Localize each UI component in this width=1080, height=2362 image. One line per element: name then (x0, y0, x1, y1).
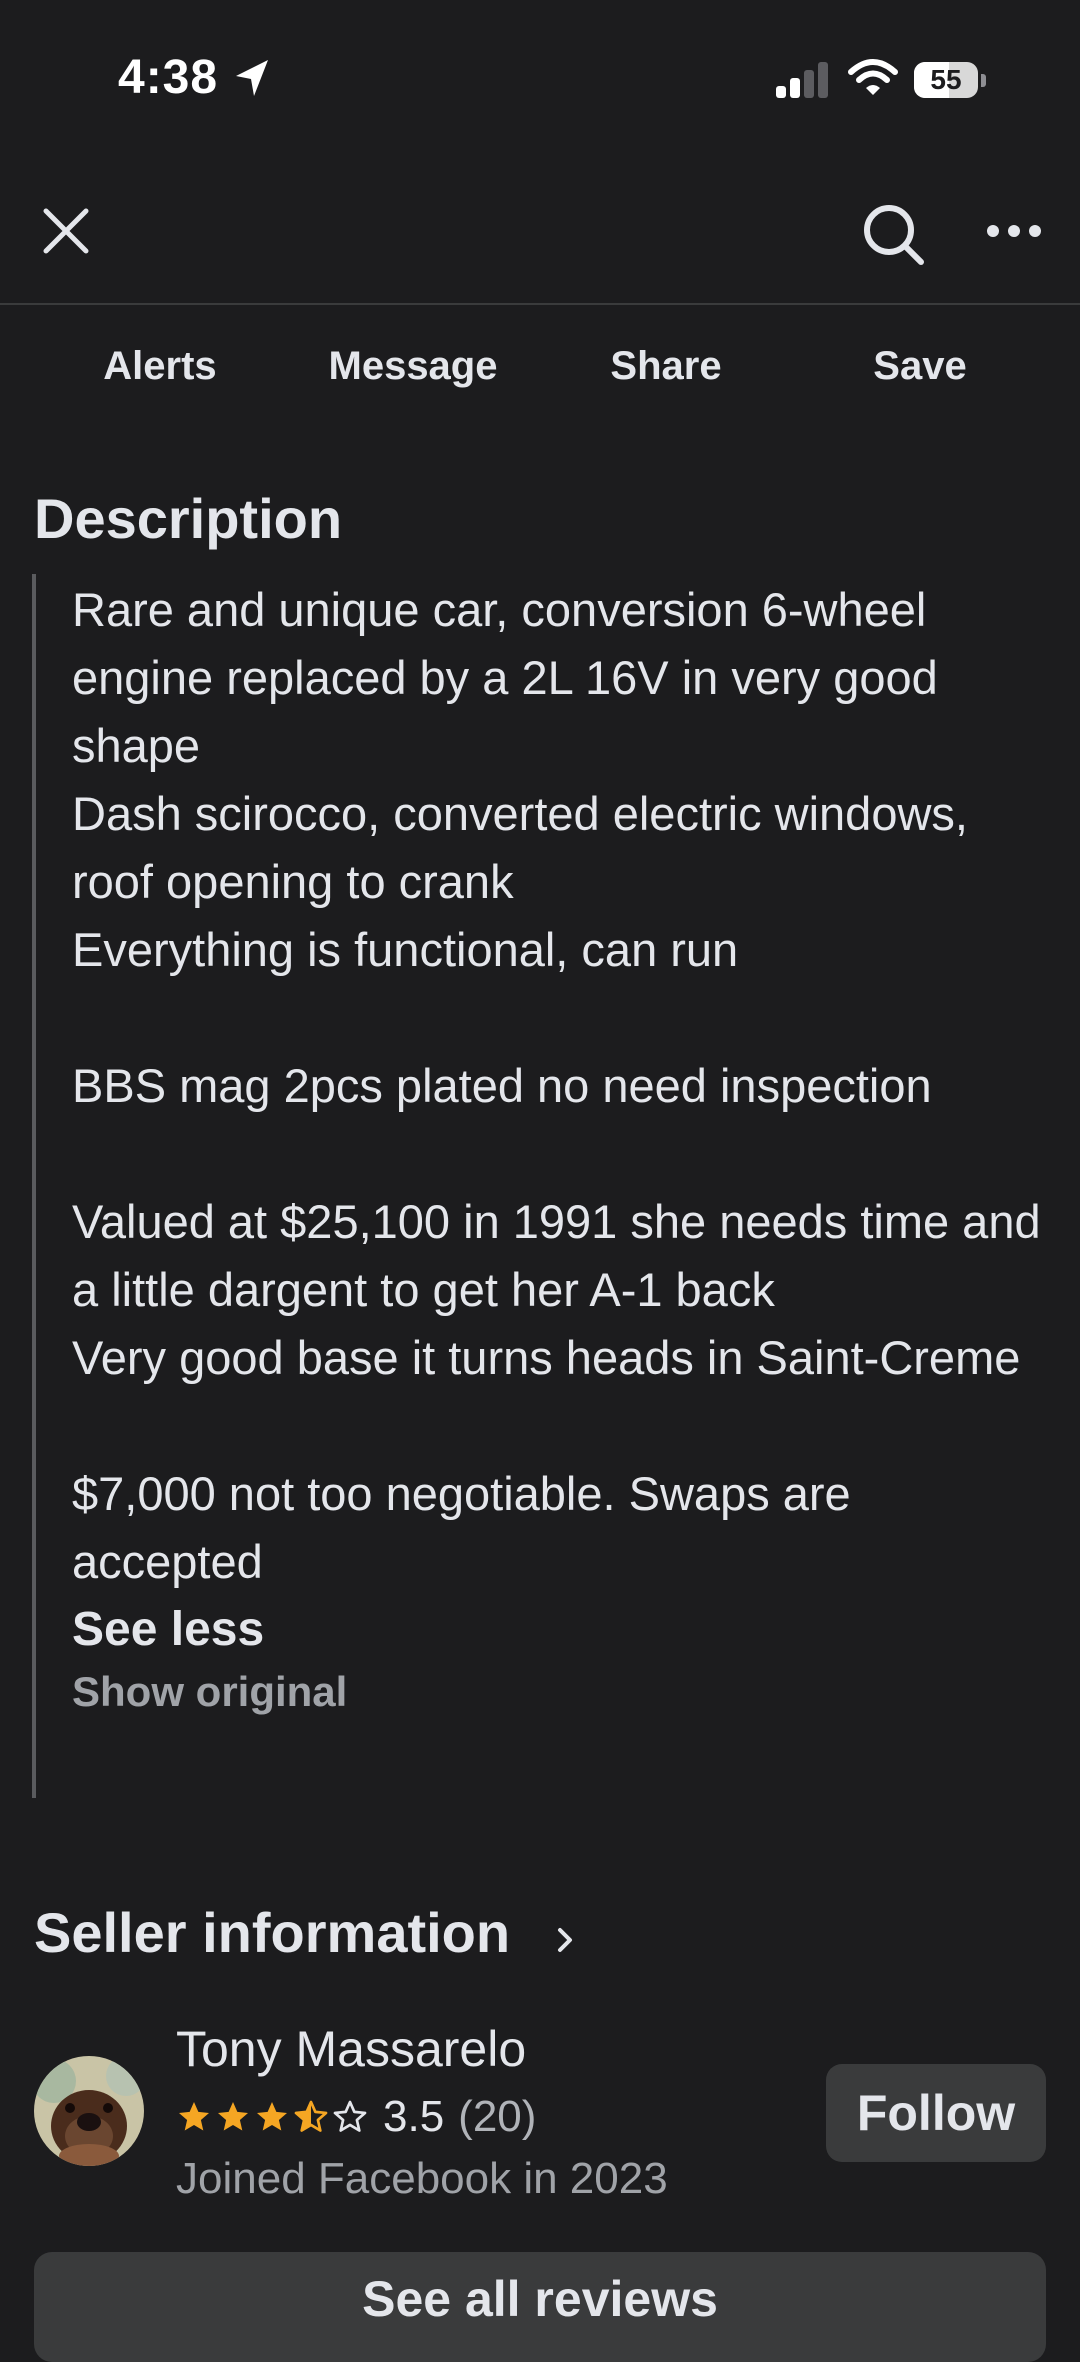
chevron-right-icon[interactable] (552, 1918, 580, 1962)
cellular-signal-icon (776, 62, 828, 98)
save-button[interactable]: Save (800, 306, 1040, 416)
close-icon (43, 208, 89, 254)
star-full-icon (179, 2102, 209, 2131)
more-icon (987, 225, 1041, 237)
star-half-icon (294, 2100, 328, 2132)
avatar[interactable] (34, 2056, 144, 2166)
search-button[interactable] (854, 195, 934, 275)
description-heading: Description (34, 487, 343, 550)
seller-info-heading[interactable]: Seller information (34, 1900, 510, 1965)
description-text: Rare and unique car, conversion 6-wheel … (72, 583, 1041, 1588)
wifi-icon (848, 59, 898, 95)
star-full-icon (257, 2102, 287, 2131)
show-original-link[interactable]: Show original (72, 1668, 1042, 1716)
joined-date: Joined Facebook in 2023 (176, 2154, 668, 2203)
battery-level: 55 (930, 64, 962, 95)
star-empty-icon (333, 2100, 367, 2132)
star-full-icon (218, 2102, 248, 2131)
close-button[interactable] (30, 195, 102, 267)
top-nav (0, 160, 1080, 305)
status-bar: 4:38 55 (0, 0, 1080, 160)
review-count[interactable]: (20) (458, 2092, 536, 2142)
message-label: Message (328, 344, 498, 388)
location-arrow-icon (236, 60, 268, 96)
share-button[interactable]: Share (546, 306, 786, 416)
listing-actions: Alerts Message Share Save (0, 306, 1080, 416)
status-time: 4:38 (118, 51, 219, 104)
alerts-button[interactable]: Alerts (40, 306, 280, 416)
message-button[interactable]: Message (293, 306, 533, 416)
seller-rating: 3.5 (20) (176, 2090, 536, 2144)
battery-icon: 55 (914, 60, 986, 100)
rating-value: 3.5 (383, 2092, 445, 2141)
save-label: Save (873, 344, 967, 388)
share-label: Share (610, 344, 722, 388)
follow-button[interactable]: Follow (826, 2064, 1046, 2162)
seller-name[interactable]: Tony Massarelo (176, 2020, 526, 2078)
see-less-link[interactable]: See less (72, 1596, 264, 1664)
search-icon (864, 205, 924, 265)
more-options-button[interactable] (978, 195, 1050, 267)
see-all-reviews-button[interactable]: See all reviews (34, 2252, 1046, 2362)
description-block: Rare and unique car, conversion 6-wheel … (32, 574, 1042, 1798)
alerts-label: Alerts (103, 344, 217, 388)
